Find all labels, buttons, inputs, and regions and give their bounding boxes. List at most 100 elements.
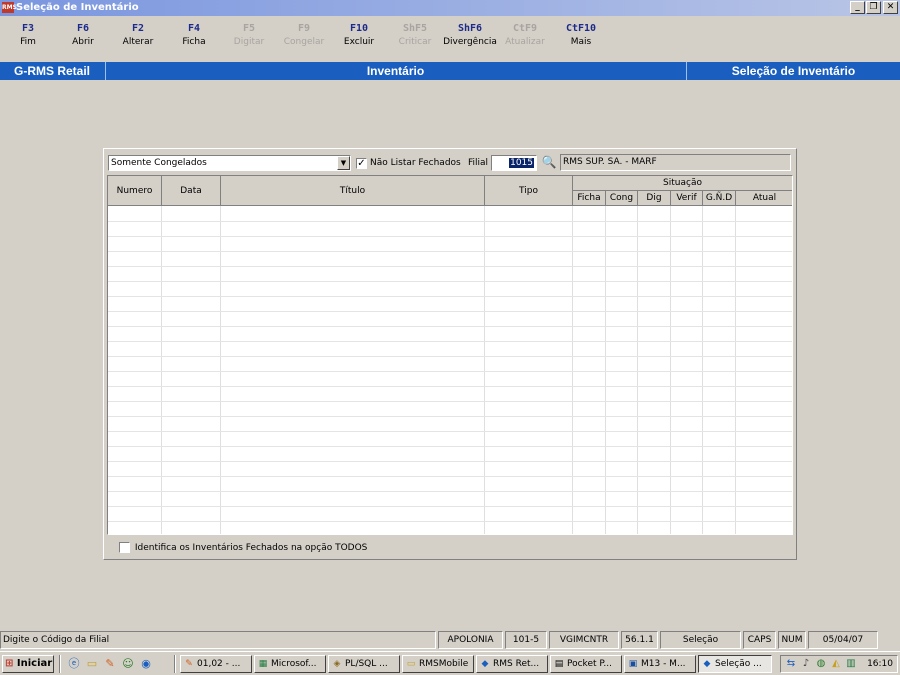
inventory-grid[interactable]: Numero Data Título Tipo Situação Ficha C… (107, 175, 793, 535)
filial-input[interactable]: 1015 (491, 155, 537, 171)
fkey-f2-alterar[interactable]: F2 Alterar (110, 22, 166, 48)
grid-row-line (108, 311, 792, 312)
screen-title: Seleção de Inventário (731, 64, 856, 78)
task-button-selecao[interactable]: ◆ Seleção ... (698, 655, 772, 673)
task-button-rms-retail[interactable]: ◆ RMS Ret... (476, 655, 548, 673)
maximize-button[interactable]: ❐ (866, 1, 881, 14)
calendar-icon[interactable]: ▥ (844, 657, 858, 671)
excel-icon: ▦ (258, 659, 268, 669)
filter-dropdown[interactable]: Somente Congelados ▼ (108, 155, 351, 171)
status-server: APOLONIA (438, 631, 503, 649)
chevron-down-icon[interactable]: ▼ (337, 156, 350, 170)
shield-icon[interactable]: ◭ (829, 657, 843, 671)
start-button[interactable]: ⊞ Iniciar (2, 655, 54, 673)
taskbar-separator (174, 655, 176, 673)
network-icon[interactable]: ⇆ (784, 657, 798, 671)
binoculars-search-icon[interactable]: 🔍 (540, 154, 558, 171)
grid-row-line (108, 506, 792, 507)
fkey-f4-ficha[interactable]: F4 Ficha (166, 22, 222, 48)
grid-row-line (108, 281, 792, 282)
grid-row-line (108, 521, 792, 522)
fkey-f5-digitar: F5 Digitar (233, 23, 265, 47)
grid-row-line (108, 446, 792, 447)
grid-row-line (108, 341, 792, 342)
grid-row-line (108, 491, 792, 492)
grid-row-line (108, 266, 792, 267)
module-name: G-RMS Retail (13, 64, 90, 78)
identifica-fechados-checkbox[interactable] (119, 542, 130, 553)
column-header-verif[interactable]: Verif (671, 191, 703, 206)
status-code: 101-5 (505, 631, 547, 649)
grid-row-line (108, 326, 792, 327)
inventory-selection-panel: Somente Congelados ▼ ✓ Não Listar Fechad… (103, 148, 797, 560)
filial-name-field: RMS SUP. SA. - MARF (560, 154, 791, 171)
fkey-ctf10-mais[interactable]: CtF10 Mais (553, 22, 609, 48)
status-caps: CAPS (743, 631, 776, 649)
grid-row-line (108, 296, 792, 297)
column-header-titulo[interactable]: Título (221, 176, 485, 206)
windows-taskbar: ⊞ Iniciar ⓔ ▭ ✎ ☺ ◉ ✎ 01,02 - ... ▦ Micros… (0, 651, 900, 675)
volume-icon[interactable]: ♪ (799, 657, 813, 671)
window-title: Seleção de Inventário (16, 2, 139, 13)
fkey-shf5-criticar: ShF5 Criticar (398, 23, 432, 47)
globe-icon[interactable]: ◉ (138, 656, 154, 672)
column-group-situacao: Situação (573, 176, 792, 191)
fkey-shf6-divergencia[interactable]: ShF6 Divergência (442, 22, 498, 48)
grid-row-line (108, 461, 792, 462)
windows-flag-icon: ⊞ (5, 658, 14, 669)
column-header-data[interactable]: Data (162, 176, 221, 206)
column-header-atual[interactable]: Atual (736, 191, 792, 206)
pencil-icon[interactable]: ✎ (102, 656, 118, 672)
minimize-button[interactable]: _ (850, 1, 865, 14)
nao-listar-fechados-label: Não Listar Fechados (370, 158, 461, 168)
grid-row-line (108, 236, 792, 237)
db-icon: ◈ (333, 659, 341, 669)
rms-app-icon: RMS (2, 2, 17, 13)
identifica-fechados-option[interactable]: Identifica os Inventários Fechados na op… (119, 542, 367, 553)
pencil-icon: ✎ (185, 659, 193, 669)
task-button-plsql[interactable]: ◈ PL/SQL ... (328, 655, 400, 673)
column-header-gnd[interactable]: G.Ñ.D (703, 191, 736, 206)
grid-row-line (108, 416, 792, 417)
column-header-cong[interactable]: Cong (606, 191, 638, 206)
fkey-f9-congelar: F9 Congelar (283, 23, 325, 47)
filial-label: Filial (468, 158, 489, 168)
doc-icon: ▤ (554, 659, 564, 669)
fkey-f6-abrir[interactable]: F6 Abrir (55, 22, 111, 48)
folder-icon: ▭ (406, 659, 416, 669)
status-num: NUM (778, 631, 806, 649)
module-header-bar: G-RMS Retail Inventário Seleção de Inven… (0, 62, 900, 80)
nao-listar-fechados-checkbox[interactable]: ✓ (356, 158, 367, 169)
system-clock: 16:10 (867, 659, 893, 669)
rms-icon: ◆ (703, 659, 711, 669)
column-header-ficha[interactable]: Ficha (573, 191, 606, 206)
status-message: Digite o Código da Filial (0, 631, 436, 649)
system-tray: ⇆ ♪ ◍ ◭ ▥ 16:10 (780, 655, 898, 673)
grid-row-line (108, 221, 792, 222)
antivirus-icon[interactable]: ◍ (814, 657, 828, 671)
task-button-rmsmobile[interactable]: ▭ RMSMobile (402, 655, 474, 673)
column-header-tipo[interactable]: Tipo (485, 176, 573, 206)
fkey-ctf9-atualizar: CtF9 Atualizar (505, 23, 545, 47)
folder-icon[interactable]: ▭ (84, 656, 100, 672)
ie-icon[interactable]: ⓔ (66, 656, 82, 672)
grid-row-line (108, 356, 792, 357)
status-date: 05/04/07 (808, 631, 878, 649)
people-icon[interactable]: ☺ (120, 656, 136, 672)
close-button[interactable]: ✕ (883, 1, 898, 14)
task-button-pocket[interactable]: ▤ Pocket P... (550, 655, 622, 673)
task-button-m13[interactable]: ▣ M13 - M... (624, 655, 696, 673)
fkey-f10-excluir[interactable]: F10 Excluir (331, 22, 387, 48)
task-button-microsoft[interactable]: ▦ Microsof... (254, 655, 326, 673)
task-button-0102[interactable]: ✎ 01,02 - ... (180, 655, 252, 673)
column-header-numero[interactable]: Numero (108, 176, 162, 206)
screen-area-title: Inventário (366, 64, 425, 78)
status-version: 56.1.1 (621, 631, 658, 649)
taskbar-separator (59, 655, 61, 673)
column-header-dig[interactable]: Dig (638, 191, 671, 206)
grid-row-line (108, 386, 792, 387)
function-key-toolbar: F3 Fim F6 Abrir F2 Alterar F4 Ficha F5 Digita… (0, 22, 620, 58)
fkey-f3-fim[interactable]: F3 Fim (0, 22, 56, 48)
filter-dropdown-value: Somente Congelados (111, 158, 207, 168)
status-mode: Seleção (660, 631, 741, 649)
